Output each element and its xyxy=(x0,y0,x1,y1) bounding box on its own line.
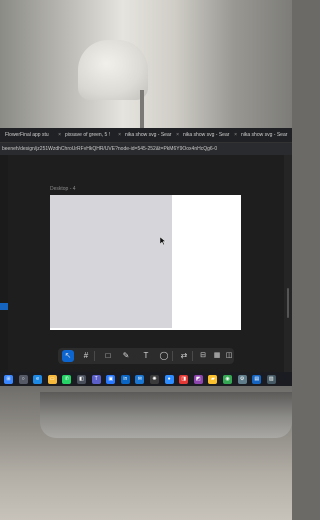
settings-icon[interactable]: ⚙ xyxy=(237,375,247,384)
laptop-base xyxy=(40,392,292,438)
panel-toggle[interactable]: ▦ xyxy=(212,350,222,362)
browser-tab[interactable]: nika show svg - Sear× xyxy=(120,129,181,141)
chatgpt-icon[interactable]: ✺ xyxy=(150,375,159,384)
shape-tool[interactable]: □ xyxy=(102,350,114,362)
scrollbar[interactable] xyxy=(287,288,289,318)
layer-item-selected[interactable] xyxy=(0,303,8,310)
start-icon[interactable]: ⊞ xyxy=(4,375,13,384)
app2-icon[interactable]: ◨ xyxy=(179,375,189,384)
whatsapp-icon[interactable]: ✆ xyxy=(62,375,72,384)
tab-label: nika show svg - Sear xyxy=(125,132,172,138)
pen-tool[interactable]: ✎ xyxy=(120,350,132,362)
app3-icon[interactable]: ▤ xyxy=(252,375,262,384)
comment-tool[interactable]: ◯ xyxy=(158,350,170,362)
text-tool[interactable]: T xyxy=(140,350,152,362)
bottom-toolbar: ↖ # □ ✎ T ◯ ⇄ ⊟ ▦ ◫ xyxy=(58,348,234,364)
tab-label: pixsave of green, 5 ! xyxy=(65,132,111,138)
tab-label: FlowerFinal app stu xyxy=(5,132,49,138)
teams-icon[interactable]: T xyxy=(91,375,101,384)
chrome-icon[interactable]: ◉ xyxy=(223,375,232,384)
edge-icon[interactable]: e xyxy=(33,375,43,384)
app-icon[interactable]: ◧ xyxy=(77,375,86,384)
tab-label: nika show svg - Sear xyxy=(183,132,230,138)
frame-tool[interactable]: # xyxy=(80,350,92,362)
toolbar-divider xyxy=(192,351,193,361)
store-icon[interactable]: ▣ xyxy=(106,375,116,384)
search-icon[interactable]: ○ xyxy=(18,375,28,384)
browser-tab[interactable]: FlowerFinal app stu × xyxy=(0,129,63,141)
browser-tab-bar: FlowerFinal app stu × pixsave of green, 5… xyxy=(0,128,292,143)
browser-tab[interactable]: pixsave of green, 5 ! × xyxy=(60,129,123,141)
left-panel xyxy=(0,155,8,373)
right-panel xyxy=(284,155,292,373)
share-toggle[interactable]: ◫ xyxy=(224,350,234,362)
lamp-arm xyxy=(140,90,144,130)
rectangle-shape[interactable] xyxy=(50,195,172,328)
move-tool[interactable]: ↖ xyxy=(62,350,74,362)
linkedin-icon[interactable]: in xyxy=(120,375,130,384)
browser-tab[interactable]: nika show svg - Sear× xyxy=(236,129,292,141)
lamp-shape xyxy=(78,40,148,100)
zoom-icon[interactable]: ● xyxy=(164,375,174,384)
mail-icon[interactable]: ✉ xyxy=(135,375,145,384)
tab-label: nika show svg - Sear xyxy=(241,132,288,138)
toolbar-divider xyxy=(172,351,173,361)
mouse-cursor-icon xyxy=(159,232,167,250)
photos-icon[interactable]: ◩ xyxy=(193,375,203,384)
explorer-icon[interactable]: ▭ xyxy=(47,375,57,384)
address-url: beeneh/design/jz251WzdhChroUrRFvHkQHR/UV… xyxy=(2,146,218,152)
address-bar[interactable]: beeneh/design/jz251WzdhChroUrRFvHkQHR/UV… xyxy=(0,143,292,155)
frame-label[interactable]: Desktop - 4 xyxy=(50,186,76,192)
background-photo-top xyxy=(0,0,292,130)
app4-icon[interactable]: ▨ xyxy=(266,375,276,384)
dev-mode-toggle[interactable]: ⊟ xyxy=(198,350,208,362)
folder-icon[interactable]: ▰ xyxy=(208,375,218,384)
actions-tool[interactable]: ⇄ xyxy=(178,350,190,362)
browser-tab[interactable]: nika show svg - Sear× xyxy=(178,129,239,141)
toolbar-divider xyxy=(94,351,95,361)
